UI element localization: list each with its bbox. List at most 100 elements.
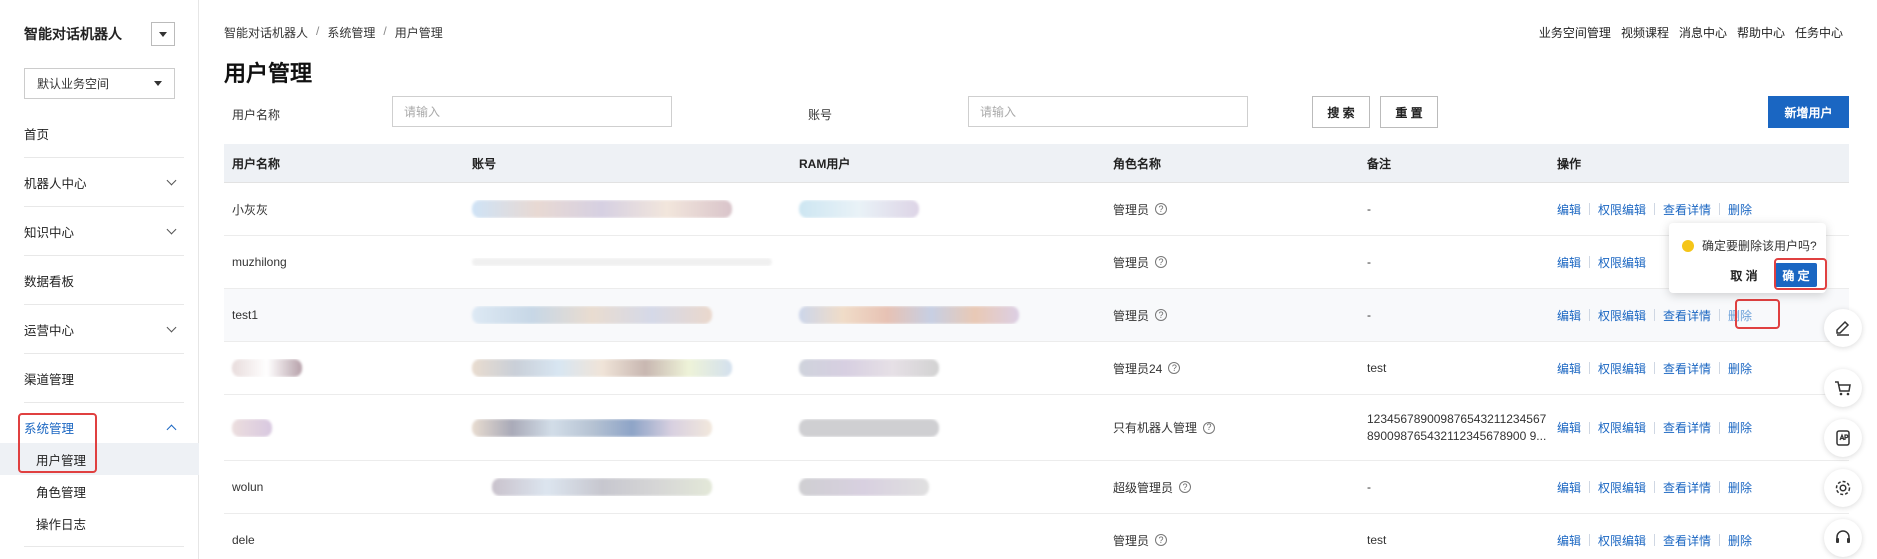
divider: [1589, 421, 1591, 434]
workspace-select[interactable]: 默认业务空间: [24, 68, 175, 99]
cart-icon[interactable]: [1824, 369, 1862, 407]
cancel-button[interactable]: 取 消: [1723, 263, 1765, 287]
cell-account: [464, 478, 791, 496]
cell-actions: 编辑 权限编辑 查看详情 删除: [1549, 479, 1849, 496]
app-switch-dropdown[interactable]: [151, 22, 175, 46]
delete-link[interactable]: 删除: [1728, 360, 1752, 377]
redacted-block: [799, 200, 919, 218]
edit-link[interactable]: 编辑: [1557, 532, 1581, 549]
search-button[interactable]: 搜 索: [1312, 96, 1370, 128]
edit-link[interactable]: 编辑: [1557, 307, 1581, 324]
table-header: 用户名称 账号 RAM用户 角色名称 备注 操作: [224, 144, 1849, 183]
confirm-button[interactable]: 确 定: [1775, 263, 1817, 287]
table-row: test1 管理员? - 编辑 权限编辑 查看详情 删除: [224, 289, 1849, 342]
view-details-link[interactable]: 查看详情: [1663, 360, 1711, 377]
role-name: 管理员24: [1113, 361, 1163, 376]
add-user-button[interactable]: 新增用户: [1768, 96, 1849, 128]
cell-account: [464, 359, 791, 377]
reset-button[interactable]: 重 置: [1380, 96, 1438, 128]
permission-edit-link[interactable]: 权限编辑: [1598, 254, 1646, 271]
permission-edit-link[interactable]: 权限编辑: [1598, 479, 1646, 496]
divider: [1719, 534, 1721, 546]
table-row: wolun 超级管理员? - 编辑 权限编辑 查看详情 删除: [224, 461, 1849, 514]
edit-link[interactable]: 编辑: [1557, 201, 1581, 218]
permission-edit-link[interactable]: 权限编辑: [1598, 532, 1646, 549]
breadcrumb: 智能对话机器人 / 系统管理 / 用户管理: [224, 24, 443, 41]
cell-account: [464, 306, 791, 324]
role-name: 管理员: [1113, 202, 1150, 217]
help-icon[interactable]: ?: [1155, 203, 1168, 215]
link-workspace-management[interactable]: 业务空间管理: [1539, 24, 1611, 41]
sidebar-item-channels[interactable]: 渠道管理: [0, 354, 199, 402]
view-details-link[interactable]: 查看详情: [1663, 201, 1711, 218]
redacted-block: [472, 418, 712, 437]
sidebar-subitem-operation-log[interactable]: 操作日志: [0, 507, 199, 539]
delete-link[interactable]: 删除: [1728, 479, 1752, 496]
edit-link[interactable]: 编辑: [1557, 360, 1581, 377]
delete-link[interactable]: 删除: [1728, 419, 1752, 436]
sidebar-item-dashboard[interactable]: 数据看板: [0, 256, 199, 304]
view-details-link[interactable]: 查看详情: [1663, 532, 1711, 549]
breadcrumb-item[interactable]: 智能对话机器人: [224, 24, 308, 41]
sidebar-item-knowledge[interactable]: 知识中心: [0, 207, 199, 255]
role-name: 管理员: [1113, 308, 1150, 323]
view-details-link[interactable]: 查看详情: [1663, 479, 1711, 496]
view-details-link[interactable]: 查看详情: [1663, 307, 1711, 324]
workspace-value: 默认业务空间: [37, 77, 110, 91]
link-help-center[interactable]: 帮助中心: [1737, 24, 1785, 41]
permission-edit-link[interactable]: 权限编辑: [1598, 307, 1646, 324]
breadcrumb-item[interactable]: 系统管理: [327, 24, 375, 41]
sidebar-item-operations[interactable]: 运营中心: [0, 305, 199, 353]
chevron-down-icon: [166, 224, 177, 234]
delete-confirm-popover: 确定要删除该用户吗? 取 消 确 定: [1669, 223, 1826, 293]
cell-username: dele: [232, 533, 255, 547]
sidebar-subitem-role-management[interactable]: 角色管理: [0, 475, 199, 507]
redacted-block: [232, 359, 302, 377]
edit-link[interactable]: 编辑: [1557, 479, 1581, 496]
redacted-block: [799, 359, 939, 377]
sidebar-subitem-label: 操作日志: [36, 517, 87, 532]
divider: [1719, 481, 1721, 493]
customer-service-icon[interactable]: [1824, 519, 1862, 557]
gear-icon[interactable]: [1824, 469, 1862, 507]
delete-link[interactable]: 删除: [1728, 307, 1752, 324]
sidebar-item-bot-center[interactable]: 机器人中心: [0, 158, 199, 206]
permission-edit-link[interactable]: 权限编辑: [1598, 419, 1646, 436]
sidebar-item-home[interactable]: 首页: [0, 109, 199, 157]
account-input[interactable]: [968, 96, 1248, 127]
permission-edit-link[interactable]: 权限编辑: [1598, 201, 1646, 218]
help-icon[interactable]: ?: [1155, 534, 1168, 546]
help-icon[interactable]: ?: [1168, 362, 1181, 374]
sidebar-item-label: 数据看板: [24, 274, 75, 289]
help-icon[interactable]: ?: [1179, 481, 1192, 493]
cell-ram-user: [791, 478, 1105, 496]
delete-link[interactable]: 删除: [1728, 532, 1752, 549]
cell-role: 管理员?: [1105, 201, 1359, 218]
cell-remark: test: [1367, 533, 1387, 547]
warning-icon: [1682, 239, 1694, 252]
help-icon[interactable]: ?: [1155, 256, 1168, 268]
edit-link[interactable]: 编辑: [1557, 254, 1581, 271]
page-title: 用户管理: [224, 61, 313, 86]
permission-edit-link[interactable]: 权限编辑: [1598, 360, 1646, 377]
sidebar-subitem-label: 角色管理: [36, 485, 87, 500]
cell-actions: 编辑 权限编辑 查看详情 删除: [1549, 419, 1849, 436]
users-table: 用户名称 账号 RAM用户 角色名称 备注 操作 小灰灰 管理员? - 编辑 权…: [224, 144, 1849, 559]
sidebar-subitem-user-management[interactable]: 用户管理: [0, 443, 199, 475]
help-icon[interactable]: ?: [1203, 421, 1216, 434]
api-icon[interactable]: [1824, 419, 1862, 457]
role-name: 只有机器人管理: [1113, 421, 1198, 435]
edit-link[interactable]: 编辑: [1557, 419, 1581, 436]
divider: [1589, 362, 1591, 374]
delete-link[interactable]: 删除: [1728, 201, 1752, 218]
view-details-link[interactable]: 查看详情: [1663, 419, 1711, 436]
help-icon[interactable]: ?: [1155, 309, 1168, 321]
cell-actions: 编辑 权限编辑 查看详情 删除: [1549, 307, 1849, 324]
link-message-center[interactable]: 消息中心: [1679, 24, 1727, 41]
cell-account: [464, 258, 791, 266]
link-video-courses[interactable]: 视频课程: [1621, 24, 1669, 41]
username-input[interactable]: [392, 96, 672, 127]
edit-tool-icon[interactable]: [1824, 309, 1862, 347]
cell-actions: 编辑 权限编辑 查看详情 删除: [1549, 360, 1849, 377]
link-task-center[interactable]: 任务中心: [1795, 24, 1843, 41]
